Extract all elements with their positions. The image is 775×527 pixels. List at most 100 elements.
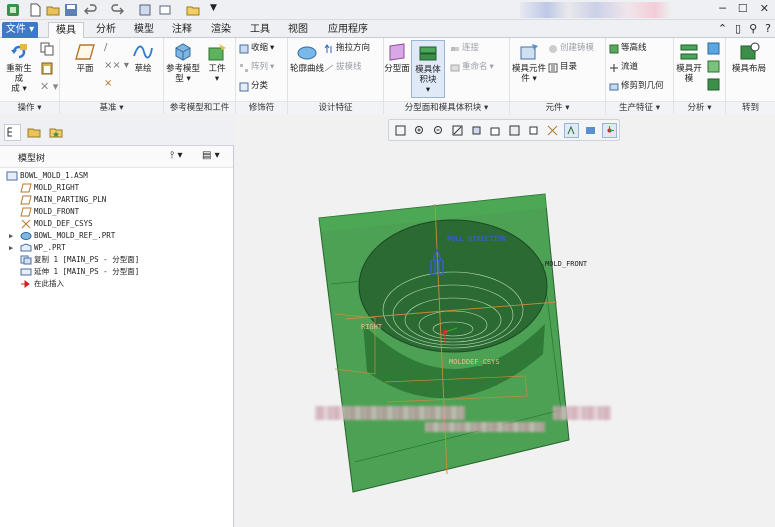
analysis-icon-2[interactable]: [707, 60, 720, 73]
mold-component-button[interactable]: 模具元件件 ▾: [512, 42, 546, 84]
point-icon[interactable]: ×× ▾: [104, 60, 129, 71]
zoom-in-icon: [415, 125, 423, 134]
refit-button[interactable]: [393, 123, 408, 138]
create-cast-button[interactable]: 创建铸模: [548, 42, 594, 55]
pattern-button[interactable]: 阵列 ▾: [239, 61, 274, 74]
draft-line-button[interactable]: 拔模线: [324, 61, 362, 74]
plane-button[interactable]: 平面: [70, 42, 100, 74]
tab-applications[interactable]: 应用程序: [319, 22, 377, 38]
search-icon[interactable]: ⚲: [749, 22, 757, 35]
help-icon[interactable]: ?: [765, 22, 771, 35]
collapse-ribbon-icon[interactable]: ⌃: [718, 22, 727, 35]
new-doc-icon[interactable]: ▯: [735, 22, 741, 35]
saved-views-button[interactable]: [488, 123, 503, 138]
tree-item-insert-here[interactable]: 在此插入: [0, 278, 233, 290]
rename-button[interactable]: 重命名 ▾: [450, 61, 494, 74]
tree-item-assembly[interactable]: BOWL_MOLD_1.ASM: [0, 170, 233, 182]
tree-settings-icon[interactable]: ▤ ▾: [202, 150, 220, 161]
contour-curve-button[interactable]: 轮廓曲线: [290, 42, 324, 74]
tab-view[interactable]: 视图: [280, 22, 316, 38]
tree-item-datum-plane[interactable]: MOLD_FRONT: [0, 206, 233, 218]
group-goto: 模具布局 转到: [726, 38, 775, 114]
windows-icon[interactable]: [158, 3, 172, 17]
view-manager-button[interactable]: [507, 123, 522, 138]
display-style-button[interactable]: [469, 123, 484, 138]
group-operations: 重新生成成 ▾ ✕ ▾ 操作 ▾: [0, 38, 60, 114]
csys-display-button[interactable]: [602, 122, 617, 138]
maximize-icon[interactable]: ☐: [738, 2, 748, 15]
analysis-icon-1[interactable]: [707, 42, 720, 55]
classify-button[interactable]: 分类: [239, 80, 268, 93]
tab-model-tree[interactable]: [4, 124, 21, 141]
csys-icon[interactable]: ⨯: [104, 78, 112, 89]
tree-filter-icon[interactable]: ⫯ ▾: [170, 150, 183, 161]
tab-annotate[interactable]: 注释: [164, 22, 200, 38]
group-label: 操作 ▾: [0, 101, 59, 114]
expand-arrow-icon[interactable]: ▶: [9, 242, 13, 254]
save-icon[interactable]: [64, 3, 78, 17]
mold-volume-button[interactable]: 模具体积块 ▾: [411, 40, 445, 98]
quick-access-toolbar: ▼ ─ ☐ ✕: [0, 0, 775, 20]
mold-layout-button[interactable]: 模具布局: [732, 42, 766, 74]
reference-model-button[interactable]: 参考模型型 ▾: [166, 42, 200, 84]
annotation-display-button[interactable]: [564, 122, 579, 138]
analysis-icon-3[interactable]: [707, 78, 720, 91]
tree-item-surface-extend[interactable]: 延伸 1 [MAIN_PS - 分型面]: [0, 266, 233, 278]
mold-open-button[interactable]: 模具开模: [676, 42, 702, 84]
tree-item-datum-plane[interactable]: MAIN_PARTING_PLN: [0, 194, 233, 206]
right-plane-label: RIGHT: [361, 323, 383, 331]
csys-icon: [21, 219, 31, 229]
contour-line-button[interactable]: 等高线: [609, 42, 647, 55]
tree-item-surface-copy[interactable]: 复制 1 [MAIN_PS - 分型面]: [0, 254, 233, 266]
tab-render[interactable]: 渲染: [203, 22, 239, 38]
minimize-icon[interactable]: ─: [719, 2, 726, 15]
group-design-features: 轮廓曲线 拖拉方向 拔模线 设计特征: [288, 38, 384, 114]
copy-icon[interactable]: [40, 42, 54, 56]
perspective-button[interactable]: [526, 123, 541, 138]
folder-icon[interactable]: [186, 3, 200, 17]
tab-mold[interactable]: 模具: [48, 22, 84, 39]
tab-file[interactable]: 文件 ▾: [2, 22, 38, 38]
expand-arrow-icon[interactable]: ▶: [9, 230, 13, 242]
shrink-button[interactable]: 收缩 ▾: [239, 42, 274, 55]
quick-access-dropdown-icon[interactable]: ▼: [210, 3, 217, 13]
tab-model[interactable]: 模型: [126, 22, 162, 38]
zoom-in-button[interactable]: [412, 123, 427, 138]
close-icon[interactable]: ✕: [760, 2, 769, 15]
tree-item-part[interactable]: ▶ BOWL_MOLD_REF_.PRT: [0, 230, 233, 242]
runner-button[interactable]: 流道: [609, 61, 638, 74]
regenerate-quick-icon[interactable]: [138, 3, 152, 17]
tab-analysis[interactable]: 分析: [88, 22, 124, 38]
regenerate-button[interactable]: 重新生成成 ▾: [4, 42, 34, 94]
draft-direction-button[interactable]: 拖拉方向: [324, 42, 370, 55]
workpiece-button[interactable]: 工件 ▾: [202, 42, 232, 84]
mold-component-icon: [520, 44, 538, 60]
tab-tools[interactable]: 工具: [242, 22, 278, 38]
model-tree-title: 模型树: [18, 154, 46, 164]
datum-display-icon: [547, 125, 558, 135]
sketch-button[interactable]: 草绘: [128, 42, 158, 74]
trim-to-geometry-button[interactable]: 修剪到几何: [609, 80, 664, 93]
spin-center-button[interactable]: [583, 123, 598, 138]
repaint-button[interactable]: [450, 123, 465, 138]
new-file-icon[interactable]: [28, 3, 42, 17]
tab-folder-browser[interactable]: [26, 124, 43, 141]
paste-icon[interactable]: [40, 61, 54, 75]
undo-icon[interactable]: [84, 3, 98, 17]
tree-item-part[interactable]: ▶ WP_.PRT: [0, 242, 233, 254]
redo-icon[interactable]: [110, 3, 124, 17]
connect-button[interactable]: 连接: [450, 42, 479, 55]
tree-item-csys[interactable]: MOLD_DEF_CSYS: [0, 218, 233, 230]
tab-favorites[interactable]: [48, 124, 65, 141]
contour-line-icon: [609, 44, 619, 53]
delete-icon[interactable]: ✕ ▾: [40, 80, 58, 93]
graphics-area[interactable]: PULL DIRECTION MOLD_FRONT MOLDDEF_CSYS R…: [235, 114, 775, 527]
mold-3d-view[interactable]: PULL DIRECTION MOLD_FRONT MOLDDEF_CSYS R…: [235, 114, 775, 527]
open-folder-icon[interactable]: [46, 3, 60, 17]
parting-surface-button[interactable]: 分型面: [384, 42, 410, 74]
axis-icon[interactable]: /: [104, 42, 107, 53]
zoom-out-button[interactable]: [431, 123, 446, 138]
tree-item-datum-plane[interactable]: MOLD_RIGHT: [0, 182, 233, 194]
catalog-button[interactable]: 目录: [548, 61, 577, 74]
datum-display-button[interactable]: [545, 123, 560, 138]
